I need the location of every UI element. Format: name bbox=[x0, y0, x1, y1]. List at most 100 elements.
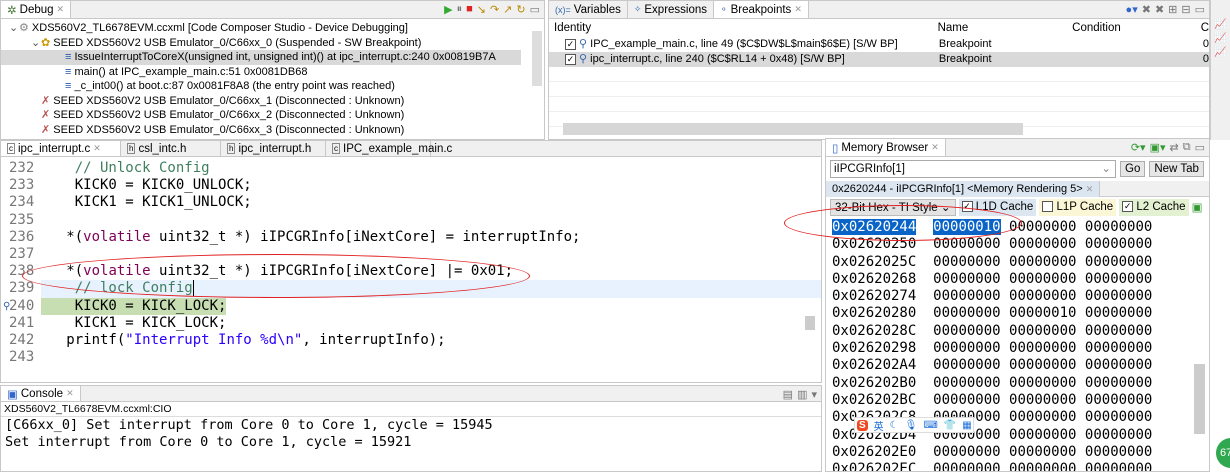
code-line[interactable]: 240 ⚲ KICK0 = KICK_LOCK; bbox=[1, 297, 821, 315]
memory-word[interactable]: 00000000 bbox=[1009, 409, 1076, 425]
suspend-icon[interactable]: ⏸ bbox=[457, 3, 463, 16]
tab-breakpoints[interactable]: ⚬ Breakpoints ✕ bbox=[714, 1, 809, 18]
line-number[interactable]: 234 bbox=[1, 194, 41, 212]
memory-row[interactable]: 0x026202A4 00000000 00000000 00000000 bbox=[826, 357, 1209, 374]
breakpoint-row[interactable]: ✓ ⚲ IPC_example_main.c, line 49 ($C$DW$L… bbox=[549, 37, 1209, 52]
code-line[interactable]: 243 bbox=[1, 349, 821, 367]
editor-tab[interactable]: h csl_intc.h bbox=[121, 141, 221, 156]
memory-word[interactable]: 00000000 bbox=[933, 254, 1000, 270]
new-breakpoint-icon[interactable]: ●▾ bbox=[1126, 3, 1138, 16]
memory-row[interactable]: 0x02620298 00000000 00000000 00000000 bbox=[826, 340, 1209, 357]
memory-row[interactable]: 0x02620250 00000000 00000000 00000000 bbox=[826, 236, 1209, 253]
chevron-down-icon[interactable]: ⌄ bbox=[31, 36, 41, 51]
code-line[interactable]: 233 KICK0 = KICK0_UNLOCK; bbox=[1, 177, 821, 195]
pin-icon[interactable]: ▥ bbox=[797, 388, 807, 401]
memory-word[interactable]: 00000000 bbox=[1085, 409, 1152, 425]
remove-icon[interactable]: ✖ bbox=[1142, 3, 1151, 16]
chevron-down-icon[interactable]: ⌄ bbox=[1101, 161, 1111, 177]
memory-word[interactable]: 00000000 bbox=[1085, 461, 1152, 471]
memory-word[interactable]: 00000000 bbox=[1085, 427, 1152, 443]
memory-word[interactable]: 00000000 bbox=[1009, 444, 1076, 460]
memory-row[interactable]: 0x026202B0 00000000 00000000 00000000 bbox=[826, 375, 1209, 392]
debug-tree-item[interactable]: ≡ IssueInterruptToCoreX(unsigned int, un… bbox=[1, 50, 521, 65]
memory-word[interactable]: 00000000 bbox=[1085, 444, 1152, 460]
code-line[interactable]: 232 // Unlock Config bbox=[1, 160, 821, 178]
step-return-icon[interactable]: ↗ bbox=[503, 3, 512, 16]
breakpoint-checkbox[interactable]: ✓ bbox=[565, 53, 576, 65]
memory-word[interactable]: 00000000 bbox=[1085, 392, 1152, 408]
column-count[interactable]: C bbox=[1197, 19, 1209, 37]
line-number[interactable]: 235 bbox=[1, 211, 41, 229]
debug-tree-item[interactable]: ≡ main() at IPC_example_main.c:51 0x0081… bbox=[1, 65, 521, 80]
debug-tree-item[interactable]: ✗ SEED XDS560V2 USB Emulator_0/C66xx_3 (… bbox=[1, 123, 521, 138]
minimize-icon[interactable]: ▭ bbox=[530, 3, 540, 16]
memory-word[interactable]: 00000000 bbox=[933, 323, 1000, 339]
debug-tree-item[interactable]: ✗ SEED XDS560V2 USB Emulator_0/C66xx_2 (… bbox=[1, 108, 521, 123]
memory-word[interactable]: 00000000 bbox=[933, 305, 1000, 321]
memory-row[interactable]: 0x026202EC 00000000 00000000 00000000 bbox=[826, 461, 1209, 471]
memory-word[interactable]: 00000000 bbox=[1085, 254, 1152, 270]
remove-all-icon[interactable]: ✖ bbox=[1155, 3, 1164, 16]
memory-word[interactable]: 00000000 bbox=[933, 357, 1000, 373]
editor-tab[interactable]: c ipc_interrupt.c ✕ bbox=[1, 141, 121, 156]
code-line[interactable]: 239 // lock Config bbox=[1, 280, 821, 298]
close-icon[interactable]: ✕ bbox=[93, 143, 101, 154]
new-tab-button[interactable]: New Tab bbox=[1149, 161, 1204, 177]
breakpoint-checkbox[interactable]: ✓ bbox=[565, 38, 576, 50]
link-icon[interactable]: ⇄ bbox=[1170, 141, 1179, 154]
memory-row[interactable]: 0x0262028C 00000000 00000000 00000000 bbox=[826, 323, 1209, 340]
memory-word[interactable]: 00000000 bbox=[933, 375, 1000, 391]
open-console-icon[interactable]: ▾ bbox=[811, 388, 817, 401]
memory-row[interactable]: 0x02620274 00000000 00000000 00000000 bbox=[826, 288, 1209, 305]
column-identity[interactable]: Identity bbox=[549, 19, 933, 37]
memory-word[interactable]: 00000000 bbox=[1085, 219, 1152, 235]
breakpoint-row[interactable]: ✓ ⚲ ipc_interrupt.c, line 240 ($C$RL14 +… bbox=[549, 52, 1209, 67]
tab-console[interactable]: ▣ Console ✕ bbox=[1, 386, 81, 401]
line-number[interactable]: 237 bbox=[1, 245, 41, 264]
graph-icon[interactable]: 📈 bbox=[1211, 32, 1230, 46]
cache-checkbox[interactable]: ✓ bbox=[961, 200, 973, 212]
debug-tree-item[interactable]: ≡ _c_int00() at boot.c:87 0x0081F8A8 (th… bbox=[1, 79, 521, 94]
memory-word[interactable]: 00000000 bbox=[1009, 323, 1076, 339]
memory-word[interactable]: 00000000 bbox=[1085, 271, 1152, 287]
memory-row[interactable]: 0x026202BC 00000000 00000000 00000000 bbox=[826, 392, 1209, 409]
memory-word[interactable]: 00000010 bbox=[933, 219, 1001, 235]
code-line[interactable]: 242 printf("Interrupt Info %d\n", interr… bbox=[1, 331, 821, 350]
memory-word[interactable]: 00000010 bbox=[1009, 305, 1076, 321]
sync-icon[interactable]: ▣ bbox=[1192, 200, 1203, 214]
memory-word[interactable]: 00000000 bbox=[1085, 305, 1152, 321]
memory-word[interactable]: 00000000 bbox=[1085, 288, 1152, 304]
memory-word[interactable]: 00000000 bbox=[1009, 357, 1076, 373]
tab-memory-browser[interactable]: ▯ Memory Browser ✕ bbox=[826, 139, 946, 156]
column-condition[interactable]: Condition bbox=[1067, 19, 1197, 37]
refresh-icon[interactable]: ⟳▾ bbox=[1131, 141, 1146, 154]
debug-tree-item[interactable]: ✗ SEED XDS560V2 USB Emulator_0/C66xx_1 (… bbox=[1, 94, 521, 109]
code-line[interactable]: 241 KICK1 = KICK_LOCK; bbox=[1, 314, 821, 332]
breakpoints-hscrollbar[interactable] bbox=[563, 123, 1023, 135]
save-memory-icon[interactable]: ▣▾ bbox=[1150, 141, 1166, 154]
memory-row[interactable]: 0x026202E0 00000000 00000000 00000000 bbox=[826, 444, 1209, 461]
memory-row[interactable]: 0x02620280 00000000 00000010 00000000 bbox=[826, 305, 1209, 322]
memory-word[interactable]: 00000000 bbox=[1085, 375, 1152, 391]
minimize-icon[interactable]: ▭ bbox=[1195, 141, 1205, 154]
memory-word[interactable]: 00000000 bbox=[1009, 392, 1076, 408]
close-icon[interactable]: ✕ bbox=[66, 388, 74, 399]
memory-word[interactable]: 00000000 bbox=[1009, 427, 1076, 443]
memory-word[interactable]: 00000000 bbox=[1009, 271, 1076, 287]
editor-tab[interactable]: c IPC_example_main.c bbox=[326, 141, 452, 156]
line-number[interactable]: 243 bbox=[1, 349, 41, 367]
cache-toggle[interactable]: L1P Cache bbox=[1039, 198, 1117, 216]
step-into-icon[interactable]: ↘ bbox=[477, 3, 486, 16]
code-line[interactable]: 238 *(volatile uint32_t *) iIPCGRInfo[iN… bbox=[1, 263, 821, 281]
graph-icon[interactable]: 📈 bbox=[1211, 46, 1230, 60]
line-number[interactable]: 233 bbox=[1, 177, 41, 195]
floating-badge[interactable]: 67 bbox=[1216, 438, 1230, 468]
close-icon[interactable]: ✕ bbox=[57, 4, 65, 15]
memory-word[interactable]: 00000000 bbox=[1085, 323, 1152, 339]
memory-word[interactable]: 00000000 bbox=[933, 461, 1000, 471]
code-line[interactable]: 236 *(volatile uint32_t *) iIPCGRInfo[iN… bbox=[1, 228, 821, 246]
chevron-down-icon[interactable]: ⌄ bbox=[9, 21, 19, 36]
debug-scrollbar[interactable] bbox=[532, 31, 542, 86]
minimize-icon[interactable]: ▭ bbox=[1195, 3, 1205, 16]
line-number[interactable]: 236 bbox=[1, 228, 41, 246]
